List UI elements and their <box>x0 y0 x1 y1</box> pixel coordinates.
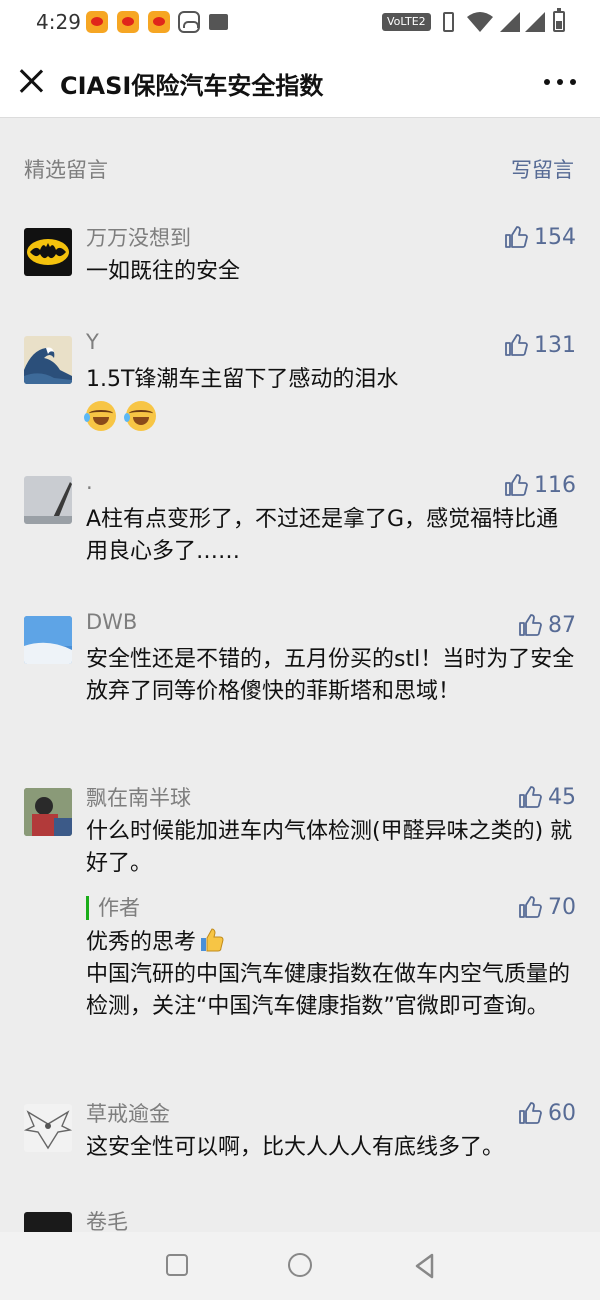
thumbs-up-icon <box>505 226 528 248</box>
comment-text: 安全性还是不错的，五月份买的stl！当时为了安全放弃了同等价格傻快的菲斯塔和思域… <box>86 647 575 704</box>
signal-icon <box>525 12 545 32</box>
comment-nickname: . <box>86 470 93 494</box>
home-button[interactable] <box>288 1253 312 1277</box>
battery-icon <box>553 8 565 32</box>
like-count: 87 <box>548 612 576 638</box>
like-count: 45 <box>548 784 576 810</box>
thumbs-up-icon <box>519 614 542 636</box>
comment-text: 这安全性可以啊，比大人人人有底线多了。 <box>86 1135 505 1160</box>
mail-icon <box>209 14 228 30</box>
signal-icon <box>500 12 520 32</box>
recent-apps-button[interactable] <box>166 1254 188 1276</box>
car-icon <box>178 11 200 33</box>
comment-text-line: 1.5T锋潮车主留下了感动的泪水 <box>86 367 399 392</box>
like-button[interactable]: 45 <box>518 783 576 811</box>
tears-of-joy-emoji <box>124 401 156 431</box>
weibo-icon <box>86 11 108 33</box>
network-badge: VoLTE2 <box>382 13 431 31</box>
nav-bar: CIASI保险汽车安全指数 <box>0 46 600 118</box>
write-comment-button[interactable]: 写留言 <box>511 154 574 184</box>
avatar <box>24 788 72 836</box>
avatar <box>24 1104 72 1152</box>
comments-header: 精选留言 写留言 <box>0 118 600 214</box>
weibo-icon <box>148 11 170 33</box>
comment-nickname: 飘在南半球 <box>86 786 191 810</box>
tears-of-joy-emoji <box>84 401 116 431</box>
comment-text: 一如既往的安全 <box>86 259 241 284</box>
like-button[interactable]: 60 <box>518 1099 576 1127</box>
comment-text: A柱有点变形了，不过还是拿了G，感觉福特比通用良心多了…… <box>86 507 559 564</box>
weibo-icon <box>117 11 139 33</box>
wifi-icon <box>467 12 493 32</box>
like-button[interactable]: 131 <box>504 331 576 359</box>
status-time: 4:29 <box>36 10 81 34</box>
status-bar: 4:29 VoLTE2 <box>0 0 600 46</box>
like-button[interactable]: 116 <box>504 471 576 499</box>
author-reply-text: 优秀的思考 中国汽研的中国汽车健康指数在做车内空气质量的检测，关注“中国汽车健康… <box>86 926 576 1023</box>
like-button[interactable]: 87 <box>518 611 576 639</box>
back-button[interactable] <box>412 1252 438 1280</box>
thumbs-up-icon <box>519 786 542 808</box>
close-icon[interactable] <box>18 68 44 94</box>
vibrate-icon <box>443 12 454 32</box>
avatar <box>24 336 72 384</box>
system-nav-bar <box>0 1232 600 1300</box>
comment-nickname: Y <box>86 330 99 354</box>
comment-text: 1.5T锋潮车主留下了感动的泪水 <box>84 364 576 432</box>
like-count: 131 <box>534 332 576 358</box>
comment-nickname: DWB <box>86 610 138 634</box>
like-count: 60 <box>548 1100 576 1126</box>
comment-nickname: 草戒逾金 <box>86 1102 170 1126</box>
thumbs-up-icon <box>505 474 528 496</box>
section-title: 精选留言 <box>24 158 108 182</box>
thumbs-up-emoji <box>201 928 224 952</box>
avatar <box>24 228 72 276</box>
like-button[interactable]: 70 <box>518 893 576 921</box>
like-count: 116 <box>534 472 576 498</box>
more-icon[interactable] <box>540 70 580 94</box>
like-count: 154 <box>534 224 576 250</box>
thumbs-up-icon <box>505 334 528 356</box>
thumbs-up-icon <box>519 1102 542 1124</box>
like-count: 70 <box>548 894 576 920</box>
thumbs-up-icon <box>519 896 542 918</box>
author-label: 作者 <box>86 896 140 920</box>
comment-text: 什么时候能加进车内气体检测(甲醛异味之类的) 就好了。 <box>86 819 573 876</box>
comment-nickname: 万万没想到 <box>86 226 191 250</box>
author-reply-line: 优秀的思考 <box>86 930 197 955</box>
avatar <box>24 616 72 664</box>
like-button[interactable]: 154 <box>504 223 576 251</box>
page-title: CIASI保险汽车安全指数 <box>60 72 324 100</box>
author-reply-line: 中国汽研的中国汽车健康指数在做车内空气质量的检测，关注“中国汽车健康指数”官微即… <box>86 962 571 1019</box>
avatar <box>24 476 72 524</box>
